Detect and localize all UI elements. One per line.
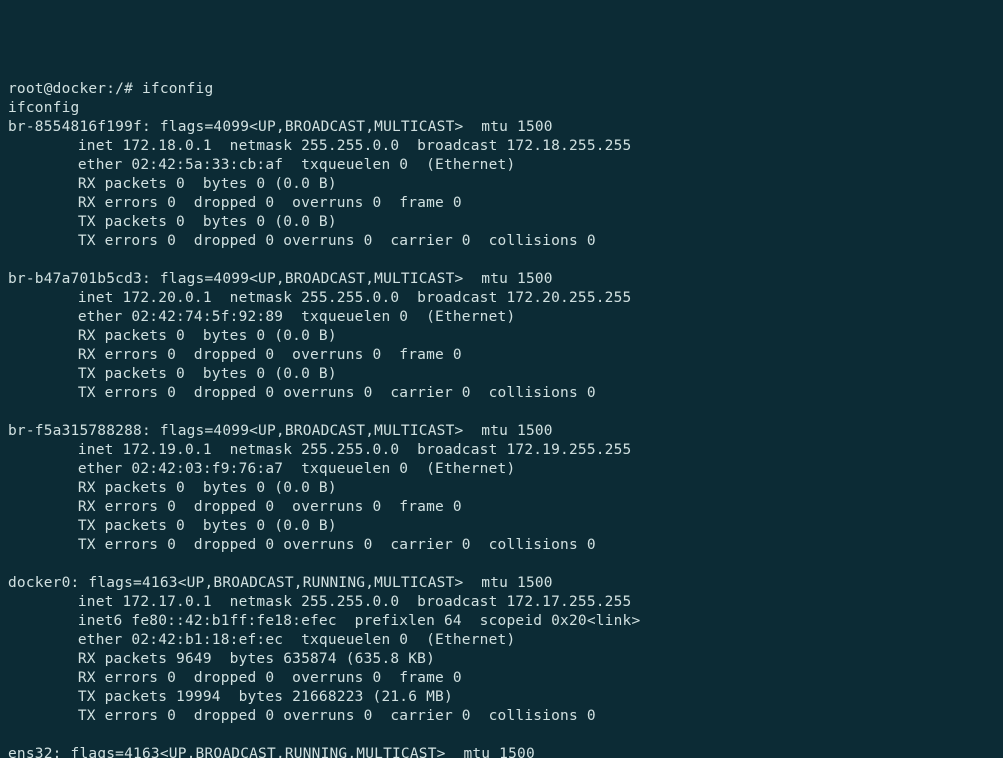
iface-line: RX packets 0 bytes 0 (0.0 B) bbox=[78, 328, 337, 344]
iface-line: ether 02:42:b1:18:ef:ec txqueuelen 0 (Et… bbox=[78, 632, 516, 648]
iface-line: ether 02:42:74:5f:92:89 txqueuelen 0 (Et… bbox=[78, 309, 516, 325]
iface-line: ether 02:42:03:f9:76:a7 txqueuelen 0 (Et… bbox=[78, 461, 516, 477]
iface-header-3: docker0: flags=4163<UP,BROADCAST,RUNNING… bbox=[8, 575, 553, 591]
iface-line: inet 172.18.0.1 netmask 255.255.0.0 broa… bbox=[78, 138, 632, 154]
iface-header-0: br-8554816f199f: flags=4099<UP,BROADCAST… bbox=[8, 119, 553, 135]
iface-line: RX packets 9649 bytes 635874 (635.8 KB) bbox=[78, 651, 435, 667]
iface-line: RX packets 0 bytes 0 (0.0 B) bbox=[78, 480, 337, 496]
iface-line: RX errors 0 dropped 0 overruns 0 frame 0 bbox=[78, 499, 462, 515]
shell-prompt: root@docker:/# bbox=[8, 81, 142, 97]
terminal-output[interactable]: root@docker:/# ifconfig ifconfig br-8554… bbox=[0, 76, 1003, 758]
command-echo: ifconfig bbox=[8, 100, 79, 116]
iface-line: TX errors 0 dropped 0 overruns 0 carrier… bbox=[78, 385, 596, 401]
iface-line: TX packets 0 bytes 0 (0.0 B) bbox=[78, 366, 337, 382]
iface-line: inet 172.19.0.1 netmask 255.255.0.0 broa… bbox=[78, 442, 632, 458]
iface-line: inet6 fe80::42:b1ff:fe18:efec prefixlen … bbox=[78, 613, 641, 629]
iface-header-1: br-b47a701b5cd3: flags=4099<UP,BROADCAST… bbox=[8, 271, 553, 287]
iface-line: TX errors 0 dropped 0 overruns 0 carrier… bbox=[78, 233, 596, 249]
iface-line: TX packets 19994 bytes 21668223 (21.6 MB… bbox=[78, 689, 453, 705]
iface-header-4: ens32: flags=4163<UP,BROADCAST,RUNNING,M… bbox=[8, 746, 535, 758]
iface-line: TX errors 0 dropped 0 overruns 0 carrier… bbox=[78, 537, 596, 553]
iface-line: TX errors 0 dropped 0 overruns 0 carrier… bbox=[78, 708, 596, 724]
iface-line: RX errors 0 dropped 0 overruns 0 frame 0 bbox=[78, 195, 462, 211]
command-typed: ifconfig bbox=[142, 81, 213, 97]
iface-line: RX packets 0 bytes 0 (0.0 B) bbox=[78, 176, 337, 192]
iface-line: RX errors 0 dropped 0 overruns 0 frame 0 bbox=[78, 670, 462, 686]
iface-line: ether 02:42:5a:33:cb:af txqueuelen 0 (Et… bbox=[78, 157, 516, 173]
iface-line: inet 172.17.0.1 netmask 255.255.0.0 broa… bbox=[78, 594, 632, 610]
iface-line: TX packets 0 bytes 0 (0.0 B) bbox=[78, 518, 337, 534]
iface-header-2: br-f5a315788288: flags=4099<UP,BROADCAST… bbox=[8, 423, 553, 439]
iface-line: RX errors 0 dropped 0 overruns 0 frame 0 bbox=[78, 347, 462, 363]
iface-line: inet 172.20.0.1 netmask 255.255.0.0 broa… bbox=[78, 290, 632, 306]
iface-line: TX packets 0 bytes 0 (0.0 B) bbox=[78, 214, 337, 230]
